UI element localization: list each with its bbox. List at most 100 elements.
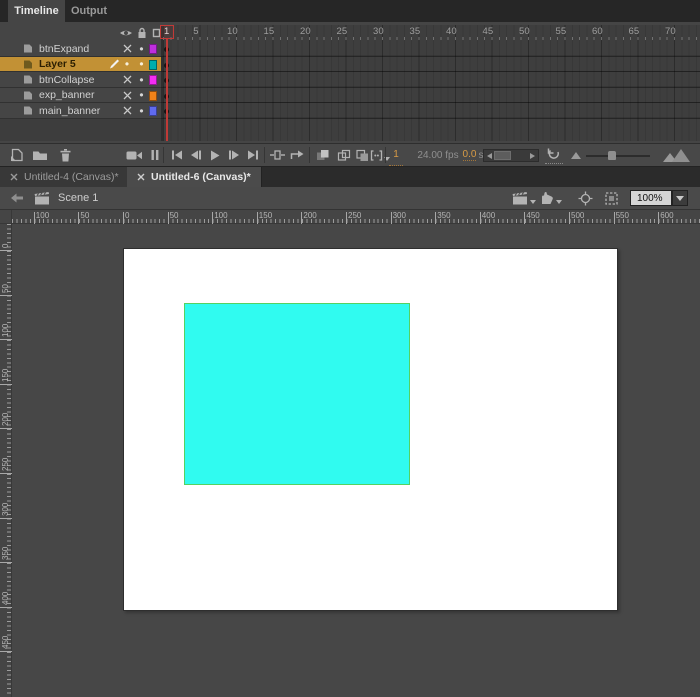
layer-unlocked-dot[interactable]: • (135, 41, 148, 56)
new-layer-button[interactable] (6, 144, 26, 166)
edit-scene-button[interactable] (512, 187, 536, 209)
close-icon[interactable] (10, 173, 18, 181)
vertical-ruler[interactable]: 0 50 100 150 200 250 300 350 400 450 (0, 224, 12, 697)
step-back-one-frame-button[interactable] (187, 144, 204, 166)
edit-symbols-button[interactable] (540, 187, 562, 209)
layer-row-layer5-selected[interactable]: Layer 5 • • (0, 56, 700, 72)
ruler-label: 50 (169, 211, 179, 220)
layer-outline-color-swatch[interactable] (149, 75, 157, 85)
ruler-major-tick (78, 212, 80, 224)
zoom-level-field[interactable]: 100% (630, 190, 672, 206)
edit-bar: Scene 1 100% (0, 187, 700, 210)
layer-outline-color-swatch[interactable] (149, 44, 157, 54)
back-arrow-button[interactable] (10, 187, 24, 209)
layer-unlocked-dot[interactable]: • (135, 88, 148, 103)
delete-layer-button[interactable] (55, 144, 75, 166)
horizontal-ruler[interactable]: 100 50 0 50 100 150 200 250 300 350 400 450 500 550 60… (12, 210, 700, 224)
onion-skin-button[interactable] (313, 144, 332, 166)
ruler-label: 150 (258, 211, 273, 220)
stage[interactable] (123, 248, 618, 611)
layer-name[interactable]: btnExpand (39, 43, 89, 55)
ruler-label: 300 (392, 211, 406, 220)
ruler-label: 600 (660, 211, 674, 220)
ruler-major-tick (390, 212, 392, 224)
center-stage-crosshair-button[interactable] (578, 187, 593, 209)
loop-playback-button[interactable] (286, 144, 308, 166)
edit-multiple-frames-button[interactable] (354, 144, 371, 166)
clip-content-outside-stage-button[interactable] (604, 187, 619, 209)
layer-unlocked-dot[interactable]: • (135, 72, 148, 87)
scene-breadcrumb[interactable]: Scene 1 (58, 187, 98, 209)
timeline-horizontal-scrollbar[interactable] (483, 149, 539, 162)
eye-icon[interactable] (118, 27, 134, 39)
modify-markers-button[interactable] (370, 144, 390, 166)
layer-unlocked-dot[interactable]: • (135, 57, 148, 72)
timeline-panel: 1 5 10 15 20 25 30 35 40 45 50 55 60 65 70 btnExpand •… (0, 22, 700, 143)
reset-timeline-zoom-button[interactable] (545, 144, 563, 164)
layer-outline-color-swatch[interactable] (149, 90, 157, 101)
show-parenting-view-button[interactable] (148, 144, 162, 166)
doc-tab-label: Untitled-6 (Canvas)* (151, 171, 251, 183)
add-camera-button[interactable] (124, 144, 144, 166)
ruler-major-tick (212, 212, 214, 224)
layer-row-main_banner[interactable]: main_banner • (0, 103, 700, 119)
go-to-last-frame-button[interactable] (244, 144, 261, 166)
dropdown-arrow-icon (530, 200, 536, 204)
layer-row-btnCollapse[interactable]: btnCollapse • (0, 72, 700, 88)
doc-tab-untitled-6[interactable]: Untitled-6 (Canvas)* (127, 167, 262, 187)
timeline-zoom-slider-thumb[interactable] (608, 151, 616, 160)
ruler-major-tick (123, 212, 124, 224)
go-to-first-frame-button[interactable] (168, 144, 185, 166)
layer-name[interactable]: main_banner (39, 105, 100, 117)
layer-name[interactable]: exp_banner (39, 89, 94, 101)
layer-row-btnExpand[interactable]: btnExpand • (0, 41, 700, 57)
ruler-major-tick (0, 517, 12, 519)
layer-hidden-x-icon[interactable] (120, 41, 134, 56)
ruler-major-tick (524, 212, 526, 224)
tab-output-label: Output (70, 5, 108, 17)
ruler-major-tick (0, 428, 12, 430)
shrink-timeline-view-button[interactable] (569, 144, 583, 166)
ruler-major-tick (0, 294, 12, 296)
onion-skin-outlines-button[interactable] (334, 144, 353, 166)
enlarge-timeline-view-button[interactable] (663, 149, 691, 162)
current-frame-field[interactable]: 1 (389, 144, 403, 166)
ruler-major-tick (0, 250, 12, 251)
layer-name[interactable]: Layer 5 (39, 58, 76, 70)
elapsed-time-field[interactable]: 0.0 s (461, 144, 485, 166)
scroll-left-arrow-icon[interactable] (487, 152, 492, 159)
tab-timeline-label: Timeline (14, 5, 59, 17)
tab-output[interactable]: Output (65, 0, 113, 22)
scrollbar-thumb[interactable] (494, 151, 511, 160)
scroll-right-arrow-icon[interactable] (530, 152, 535, 159)
tab-timeline[interactable]: Timeline (8, 0, 65, 22)
animate-application-window: Timeline Output 1 5 10 15 20 25 30 35 40 45 50 55 60… (0, 0, 700, 697)
close-icon[interactable] (137, 173, 145, 181)
layer-hidden-x-icon[interactable] (120, 103, 134, 118)
layer-row-exp_banner[interactable]: exp_banner • (0, 87, 700, 103)
play-button[interactable] (206, 144, 223, 166)
ruler-major-tick (301, 212, 303, 224)
timeline-zoom-slider[interactable] (586, 151, 650, 160)
playhead-frame-marker[interactable] (159, 25, 174, 39)
ruler-label: 100 (0, 323, 10, 338)
layer-page-icon (22, 59, 34, 70)
layer-unlocked-dot[interactable]: • (135, 103, 148, 118)
layer-outline-color-swatch[interactable] (149, 106, 157, 116)
pasteboard[interactable] (12, 224, 700, 697)
cyan-rectangle-shape[interactable] (184, 303, 410, 485)
new-folder-button[interactable] (30, 144, 50, 166)
layer-hidden-x-icon[interactable] (120, 88, 134, 103)
step-forward-one-frame-button[interactable] (225, 144, 242, 166)
layer-hidden-x-icon[interactable] (120, 72, 134, 87)
layer-outline-color-swatch[interactable] (149, 59, 157, 70)
frame-rate-field[interactable]: 24.00 fps (412, 144, 464, 166)
layer-visible-dot[interactable]: • (120, 57, 134, 72)
scene-clapperboard-icon (34, 187, 51, 209)
center-frame-button[interactable] (268, 144, 287, 166)
zoom-dropdown-button[interactable] (672, 190, 688, 206)
layer-name[interactable]: btnCollapse (39, 74, 94, 86)
doc-tab-untitled-4[interactable]: Untitled-4 (Canvas)* (0, 167, 130, 187)
dropdown-arrow-icon (556, 200, 562, 204)
playhead-line[interactable] (165, 38, 168, 141)
